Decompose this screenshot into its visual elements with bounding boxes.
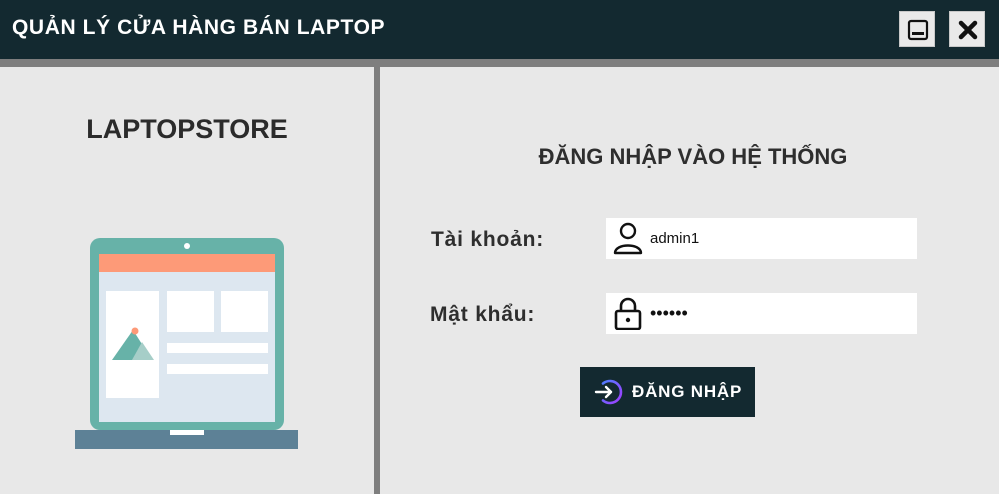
lock-icon	[614, 297, 642, 330]
close-button[interactable]	[949, 11, 985, 47]
password-field[interactable]	[606, 293, 917, 334]
title-bar: QUẢN LÝ CỬA HÀNG BÁN LAPTOP	[0, 0, 999, 59]
username-input[interactable]	[650, 218, 910, 259]
close-icon	[958, 20, 978, 40]
title-underline	[0, 59, 999, 67]
username-label: Tài khoản:	[431, 228, 545, 251]
app-title: QUẢN LÝ CỬA HÀNG BÁN LAPTOP	[12, 16, 386, 39]
right-panel	[380, 67, 999, 494]
user-icon	[613, 222, 643, 255]
minimize-icon	[907, 19, 929, 41]
login-button-label: ĐĂNG NHẬP	[632, 382, 743, 401]
login-arrow-icon	[594, 379, 623, 405]
password-label: Mật khẩu:	[430, 303, 536, 326]
brand-name: LAPTOPSTORE	[86, 114, 288, 144]
login-button[interactable]: ĐĂNG NHẬP	[580, 367, 755, 417]
login-heading: ĐĂNG NHẬP VÀO HỆ THỐNG	[538, 144, 848, 169]
laptop-illustration	[75, 238, 298, 449]
username-field[interactable]	[606, 218, 917, 259]
minimize-button[interactable]	[899, 11, 935, 47]
password-input[interactable]	[650, 293, 910, 334]
